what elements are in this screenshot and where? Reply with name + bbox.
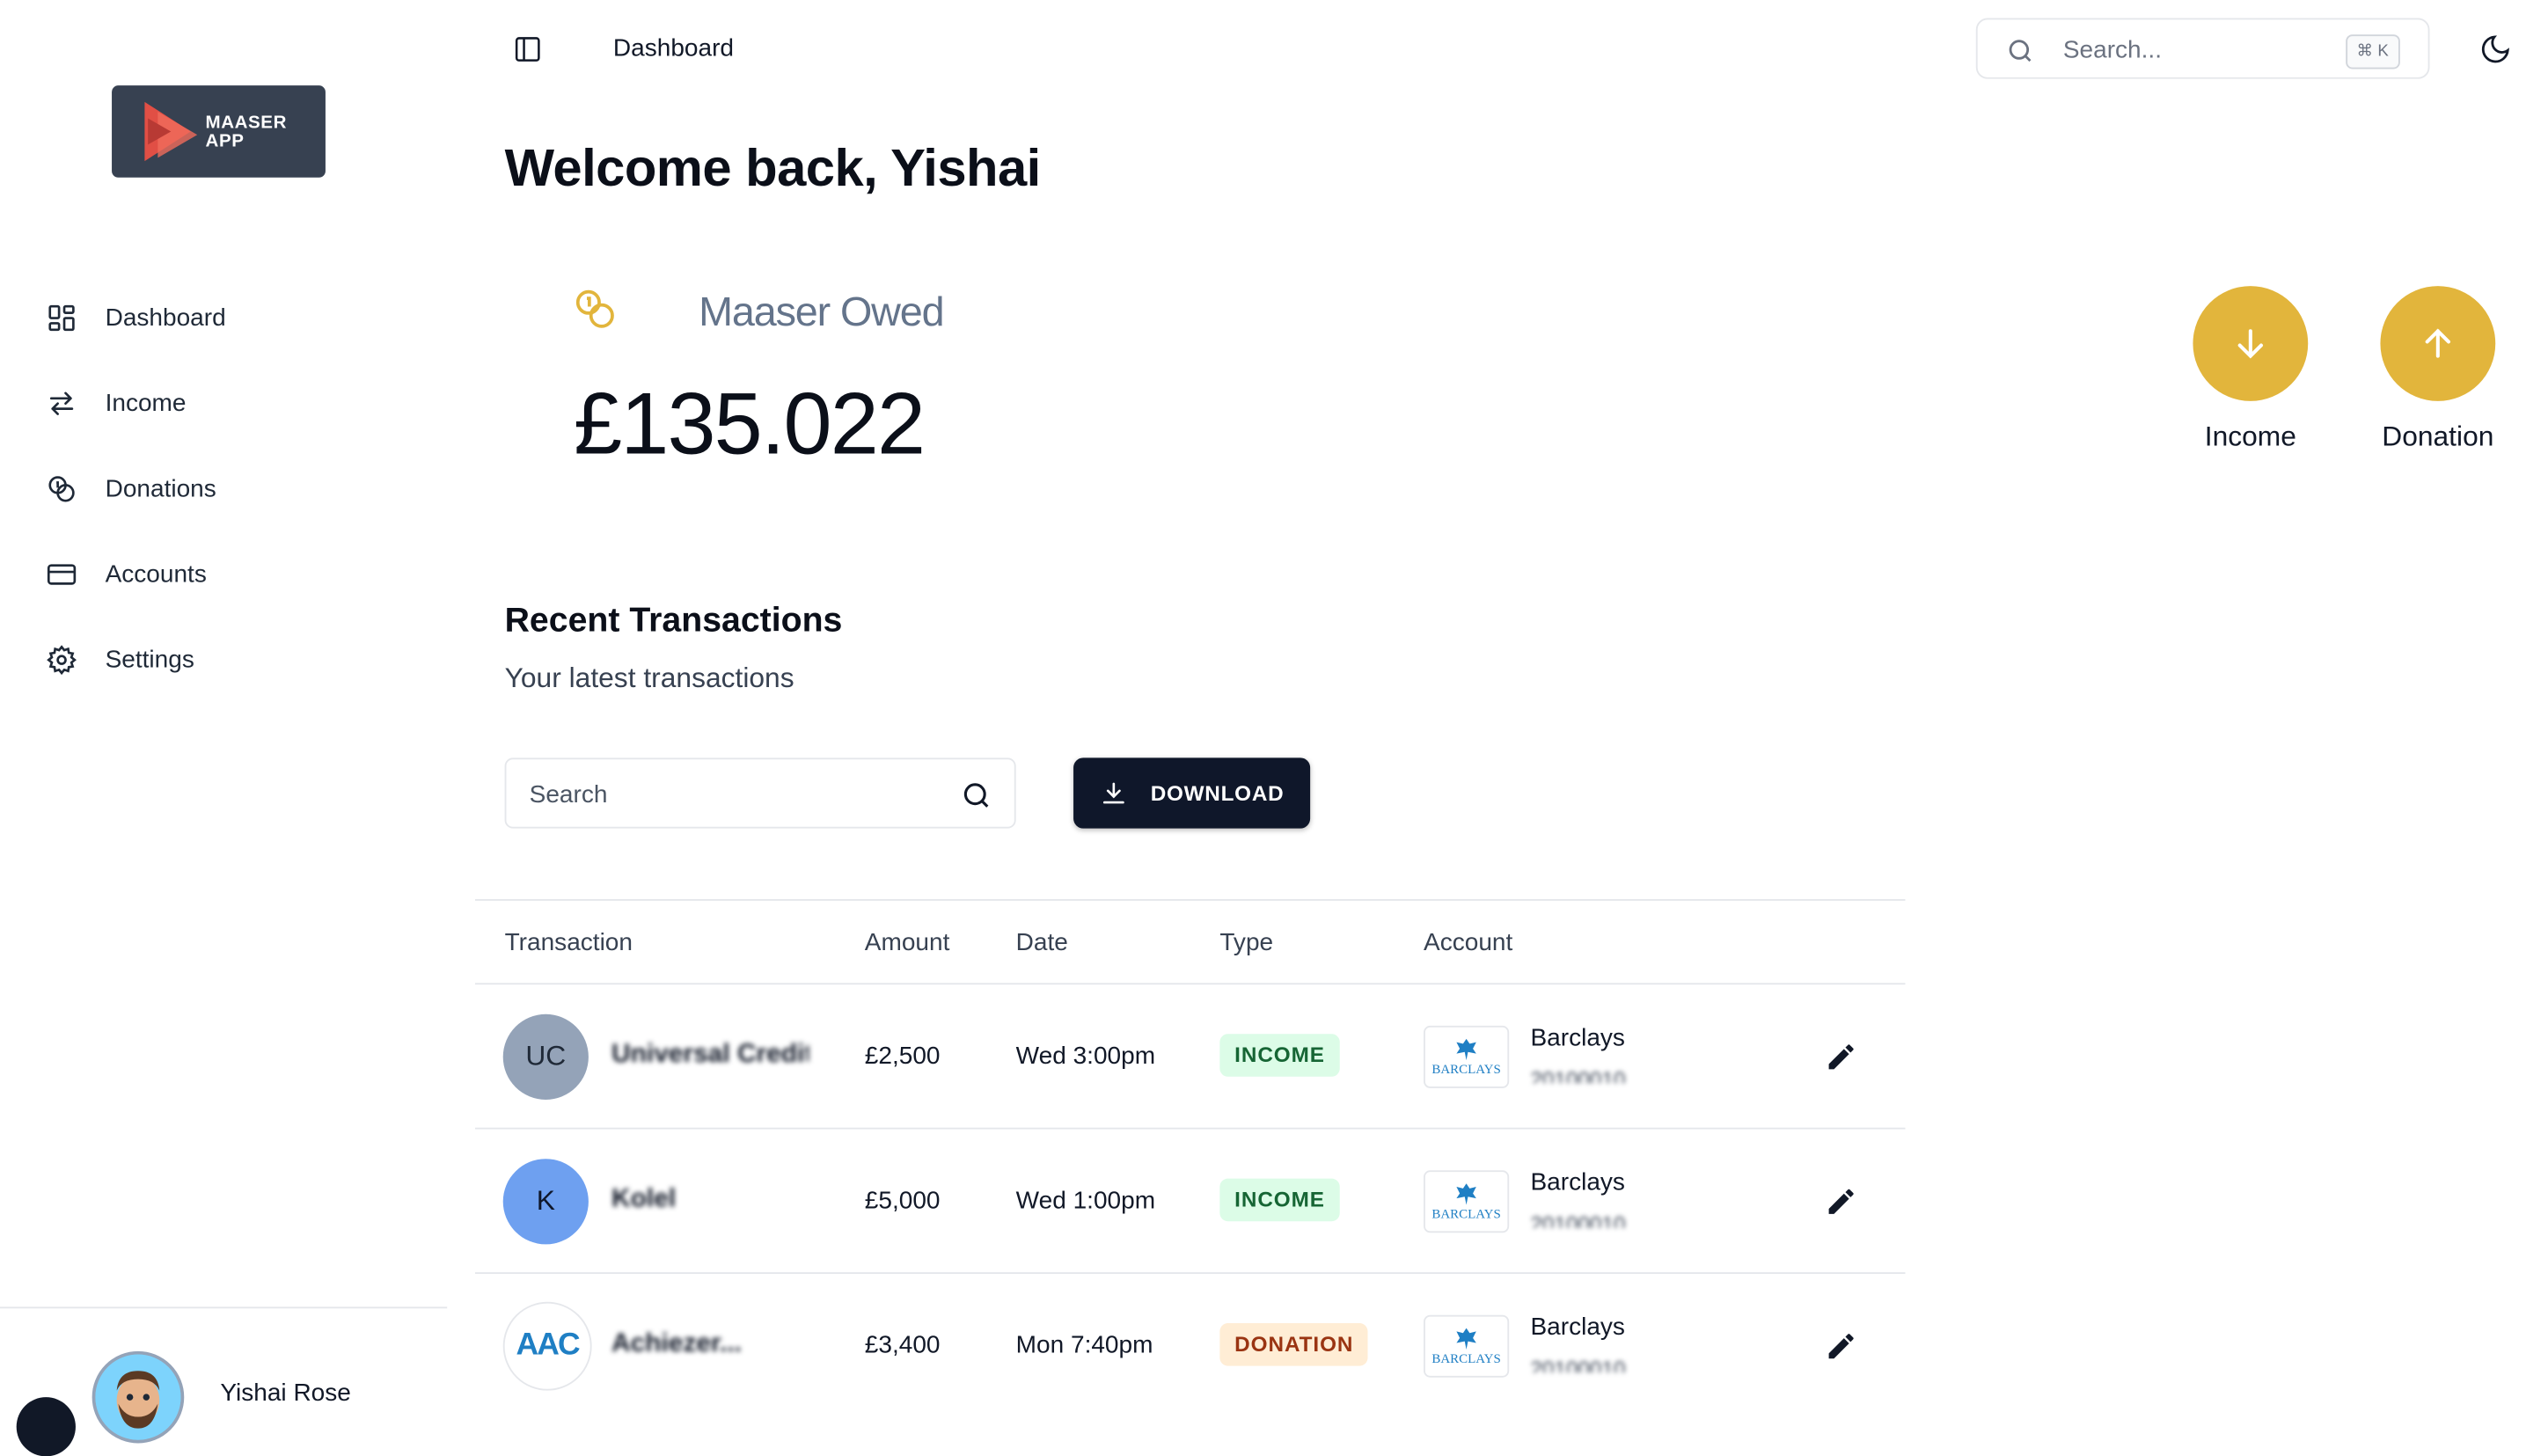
maaser-owed-value: £135.022 <box>574 376 926 474</box>
sidebar-divider <box>0 1306 448 1309</box>
pencil-icon[interactable] <box>1825 1041 1857 1073</box>
sidebar-item-label: Settings <box>105 645 194 674</box>
bank-logo: BARCLAYS <box>1424 1170 1510 1233</box>
column-header-account[interactable]: Account <box>1424 929 1512 957</box>
coins-icon <box>575 289 614 328</box>
account-number: 20100010 <box>1530 1066 1626 1084</box>
sidebar-item-label: Dashboard <box>105 303 226 332</box>
add-income-circle[interactable] <box>2193 286 2309 401</box>
sidebar-toggle-icon[interactable] <box>513 34 543 64</box>
user-avatar-icon <box>95 1354 181 1440</box>
keyboard-shortcut-badge: ⌘ K <box>2345 34 2400 70</box>
pencil-icon[interactable] <box>1825 1185 1857 1218</box>
sidebar-collapse-button[interactable] <box>16 1397 76 1456</box>
sidebar-item-income[interactable]: Income <box>46 378 187 428</box>
account-number: 20100010 <box>1530 1356 1626 1373</box>
column-header-transaction[interactable]: Transaction <box>505 929 633 957</box>
table-divider <box>474 899 1906 901</box>
breadcrumb: Dashboard <box>612 34 735 62</box>
pencil-icon[interactable] <box>1825 1330 1857 1363</box>
arrow-up-icon <box>2425 328 2451 358</box>
arrow-down-icon <box>2237 329 2264 359</box>
gear-icon <box>47 644 77 675</box>
transaction-name: Universal Credit <box>611 1040 809 1069</box>
add-income-button[interactable] <box>2193 286 2309 401</box>
search-placeholder: Search... <box>2062 36 2163 64</box>
moon-icon[interactable] <box>2479 33 2512 65</box>
download-icon <box>1102 782 1124 804</box>
sidebar-item-accounts[interactable]: Accounts <box>46 549 207 598</box>
page-title: Welcome back, Yishai <box>504 137 1042 198</box>
global-search-input[interactable]: Search... ⌘ K <box>1975 18 2430 79</box>
app-logo[interactable]: MAASER APP <box>112 85 326 178</box>
transaction-amount: £2,500 <box>864 1042 941 1071</box>
app-frame: MAASER APP Dashboard Income Donations Ac… <box>0 0 2548 1456</box>
column-header-type[interactable]: Type <box>1219 929 1273 957</box>
table-row[interactable]: AAC Achiezer... £3,400 Mon 7:40pm DONATI… <box>475 1274 1906 1417</box>
account-number: 20100010 <box>1530 1211 1626 1228</box>
barclays-eagle-icon <box>1456 1182 1476 1204</box>
transaction-amount: £3,400 <box>864 1331 941 1360</box>
column-header-date[interactable]: Date <box>1016 929 1068 957</box>
income-action-label: Income <box>2204 421 2296 452</box>
transaction-date: Wed 1:00pm <box>1015 1186 1156 1215</box>
transaction-date: Mon 7:40pm <box>1015 1331 1153 1360</box>
add-donation-button[interactable] <box>2380 286 2496 401</box>
status-badge: INCOME <box>1219 1034 1340 1077</box>
transaction-date: Wed 3:00pm <box>1015 1042 1156 1071</box>
transaction-search-input[interactable]: Search <box>504 757 1016 829</box>
barclays-eagle-icon <box>1456 1037 1476 1060</box>
sidebar-item-label: Income <box>105 388 187 417</box>
add-donation-circle[interactable] <box>2380 286 2496 401</box>
status-badge: DONATION <box>1219 1323 1369 1366</box>
barclays-eagle-icon <box>1456 1327 1476 1350</box>
table-row[interactable]: K Kolel £5,000 Wed 1:00pm INCOME BARCLAY… <box>475 1130 1906 1273</box>
swap-arrows-icon <box>49 391 74 414</box>
transaction-avatar: AAC <box>502 1301 592 1391</box>
section-title: Recent Transactions <box>504 601 843 640</box>
status-badge: INCOME <box>1219 1178 1340 1222</box>
sidebar-item-label: Donations <box>105 474 216 502</box>
bank-logo: BARCLAYS <box>1424 1314 1510 1378</box>
avatar[interactable] <box>92 1350 185 1444</box>
credit-card-icon <box>47 563 77 584</box>
bank-name: Barclays <box>1530 1168 1625 1197</box>
bank-logo-text: BARCLAYS <box>1431 1061 1501 1076</box>
column-header-amount[interactable]: Amount <box>865 929 950 957</box>
bank-name: Barclays <box>1530 1024 1625 1052</box>
maaser-owed-label: Maaser Owed <box>699 289 945 336</box>
transaction-avatar: K <box>502 1159 589 1245</box>
bank-logo: BARCLAYS <box>1424 1025 1510 1088</box>
sidebar-item-dashboard[interactable]: Dashboard <box>46 293 226 342</box>
bank-name: Barclays <box>1530 1313 1625 1342</box>
user-name: Yishai Rose <box>220 1379 351 1408</box>
transaction-name: Kolel <box>611 1185 677 1213</box>
donation-action-label: Donation <box>2382 421 2494 452</box>
sidebar-item-settings[interactable]: Settings <box>46 634 194 684</box>
bank-logo-text: BARCLAYS <box>1431 1350 1501 1365</box>
sidebar-item-donations[interactable]: Donations <box>46 464 216 513</box>
table-row[interactable]: UC Universal Credit £2,500 Wed 3:00pm IN… <box>475 984 1906 1128</box>
logo-text-line2: APP <box>205 131 245 151</box>
download-label: DOWNLOAD <box>1150 780 1285 806</box>
logo-text-line1: MAASER <box>205 113 287 134</box>
bank-logo-text: BARCLAYS <box>1431 1205 1501 1221</box>
coins-icon <box>48 475 75 501</box>
download-button[interactable]: DOWNLOAD <box>1073 757 1311 829</box>
transaction-name: Achiezer... <box>611 1329 742 1358</box>
search-placeholder: Search <box>529 780 608 809</box>
transaction-avatar: UC <box>502 1013 589 1100</box>
transaction-amount: £5,000 <box>864 1186 941 1215</box>
search-icon <box>2009 40 2032 62</box>
dashboard-grid-icon <box>48 304 75 331</box>
search-icon <box>963 783 989 808</box>
section-subtitle: Your latest transactions <box>504 662 794 694</box>
sidebar-item-label: Accounts <box>105 560 207 588</box>
